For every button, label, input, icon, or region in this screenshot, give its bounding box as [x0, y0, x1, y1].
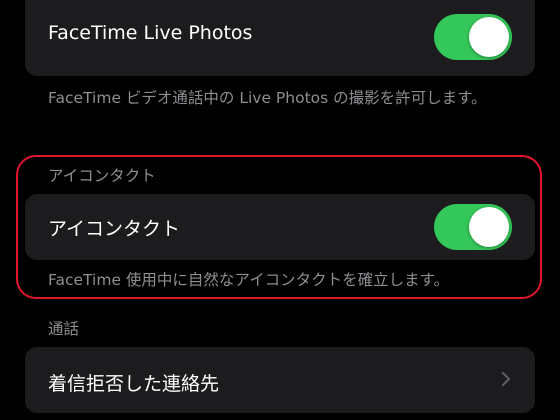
facetime-live-photos-toggle[interactable]: [434, 14, 512, 60]
eye-contact-section-header: アイコンタクト: [48, 167, 156, 185]
eye-contact-toggle[interactable]: [434, 204, 512, 250]
toggle-knob: [469, 207, 509, 247]
blocked-contacts-label: 着信拒否した連絡先: [48, 373, 220, 395]
facetime-live-photos-label: FaceTime Live Photos: [48, 22, 253, 44]
calls-section-header: 通話: [48, 320, 80, 338]
chevron-right-icon: [501, 371, 511, 387]
eye-contact-label: アイコンタクト: [48, 218, 181, 240]
facetime-live-photos-footnote: FaceTime ビデオ通話中の Live Photos の撮影を許可します。: [48, 89, 487, 107]
eye-contact-footnote: FaceTime 使用中に自然なアイコンタクトを確立します。: [48, 271, 450, 289]
eye-contact-row: アイコンタクト: [25, 194, 535, 260]
facetime-live-photos-row: FaceTime Live Photos: [25, 0, 535, 76]
toggle-knob: [469, 17, 509, 57]
blocked-contacts-row[interactable]: 着信拒否した連絡先: [25, 347, 535, 413]
